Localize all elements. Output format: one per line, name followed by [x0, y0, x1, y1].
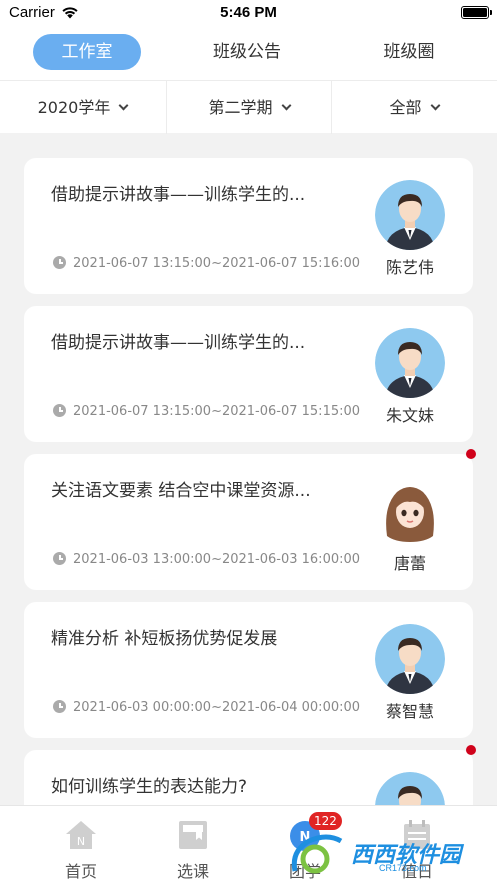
item-time: 2021-06-03 00:00:00~2021-06-04 00:00:00: [53, 700, 360, 715]
watermark-sub: CR173.com: [379, 863, 427, 873]
nav-course-select[interactable]: 选课: [131, 806, 255, 883]
nav-label: 首页: [64, 862, 97, 881]
item-time: 2021-06-07 13:15:00~2021-06-07 15:15:00: [53, 404, 360, 419]
item-time-text: 2021-06-07 13:15:00~2021-06-07 15:15:00: [73, 404, 361, 419]
unread-dot: [466, 745, 476, 755]
home-icon: N: [66, 821, 96, 849]
list-item[interactable]: 借助提示讲故事——训练学生的... 2021-06-07 13:15:00~20…: [24, 158, 473, 294]
item-title: 借助提示讲故事——训练学生的...: [51, 333, 306, 353]
list-item[interactable]: 如何训练学生的表达能力?: [24, 745, 476, 805]
filter-school-year[interactable]: 2020学年: [0, 81, 165, 134]
battery-icon: [461, 6, 492, 19]
item-title: 关注语文要素 结合空中课堂资源...: [51, 481, 311, 501]
tab-studio[interactable]: 工作室: [33, 34, 141, 70]
nav-label: 选课: [176, 862, 209, 881]
item-time-text: 2021-06-03 13:00:00~2021-06-03 16:00:00: [73, 552, 361, 567]
item-time-text: 2021-06-03 00:00:00~2021-06-04 00:00:00: [73, 700, 361, 715]
clock-time: 5:46 PM: [220, 4, 277, 21]
clock-icon: [53, 404, 66, 417]
filter-bar: 2020学年 第二学期 全部: [0, 80, 497, 134]
chevron-down-icon: [430, 100, 440, 111]
list-item[interactable]: 精准分析 补短板扬优势促发展 2021-06-03 00:00:00~2021-…: [24, 602, 473, 738]
list-item[interactable]: 关注语文要素 结合空中课堂资源... 2021-06-03 13:00:00~2…: [24, 449, 476, 590]
male-avatar-icon: [375, 772, 445, 805]
nav-home[interactable]: N 首页: [19, 806, 143, 883]
chevron-down-icon: [118, 100, 129, 111]
item-title: 如何训练学生的表达能力?: [51, 777, 248, 797]
notification-badge: 122: [309, 812, 342, 830]
filter-label: 第二学期: [208, 98, 273, 117]
item-time-text: 2021-06-07 13:15:00~2021-06-07 15:16:00: [73, 256, 361, 271]
filter-semester[interactable]: 第二学期: [166, 81, 331, 134]
clock-icon: [53, 700, 66, 713]
status-bar: Carrier 5:46 PM: [0, 0, 497, 24]
author-name: 蔡智慧: [385, 702, 434, 721]
watermark-icon: [291, 834, 343, 874]
item-time: 2021-06-07 13:15:00~2021-06-07 15:16:00: [53, 256, 360, 271]
tab-class-circle[interactable]: 班级圈: [355, 34, 463, 70]
item-time: 2021-06-03 13:00:00~2021-06-03 16:00:00: [53, 552, 360, 567]
filter-category[interactable]: 全部: [331, 81, 496, 134]
item-title: 借助提示讲故事——训练学生的...: [51, 185, 306, 205]
list-item[interactable]: 借助提示讲故事——训练学生的... 2021-06-07 13:15:00~20…: [24, 306, 473, 442]
activity-list: 借助提示讲故事——训练学生的... 2021-06-07 13:15:00~20…: [0, 133, 497, 805]
svg-text:N: N: [77, 835, 85, 848]
author-name: 唐蕾: [393, 554, 426, 573]
male-avatar-icon: [375, 180, 445, 250]
filter-label: 全部: [389, 98, 422, 117]
top-tab-bar: 工作室 班级公告 班级圈: [0, 24, 497, 80]
tab-class-announcement[interactable]: 班级公告: [193, 34, 301, 70]
course-select-icon: [179, 821, 207, 849]
clock-icon: [53, 552, 66, 565]
filter-label: 2020学年: [37, 98, 111, 117]
male-avatar-icon: [375, 328, 445, 398]
male-avatar-icon: [375, 624, 445, 694]
watermark-logo: 西西软件园 CR173.com: [289, 831, 489, 879]
author-name: 陈艺伟: [385, 258, 434, 277]
clock-icon: [53, 256, 66, 269]
female-avatar-icon: [375, 476, 445, 546]
item-title: 精准分析 补短板扬优势促发展: [51, 629, 278, 649]
author-name: 朱文妹: [385, 406, 434, 425]
chevron-down-icon: [281, 100, 291, 111]
unread-dot: [466, 449, 476, 459]
bottom-nav: N 首页 选课 N 122 团学 值日 西西软件园 CR173.com: [0, 805, 497, 883]
